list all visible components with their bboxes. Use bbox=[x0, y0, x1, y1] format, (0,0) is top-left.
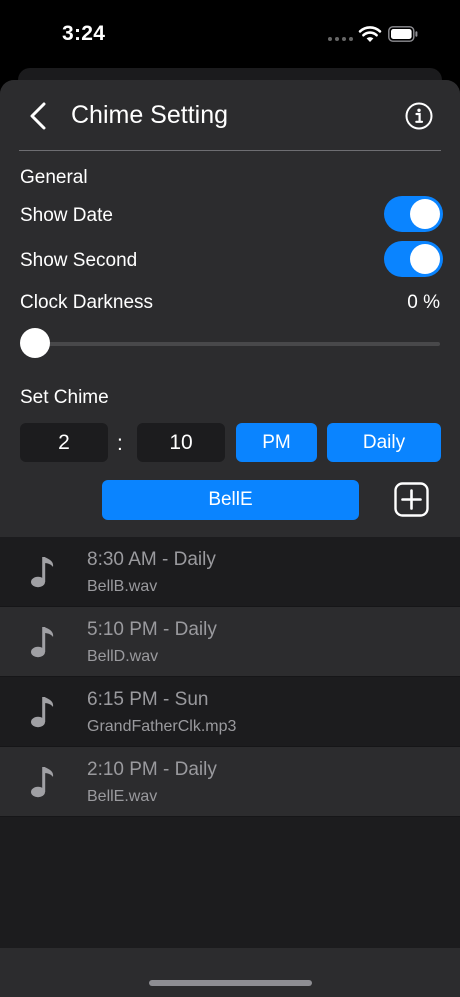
chime-time-label: 2:10 PM - Daily bbox=[87, 759, 217, 780]
battery-icon bbox=[388, 26, 418, 42]
clock-darkness-slider[interactable] bbox=[20, 328, 440, 358]
music-note-icon bbox=[31, 627, 54, 658]
general-section-label: General bbox=[20, 167, 88, 188]
clock-darkness-value: 0 % bbox=[407, 292, 440, 313]
chime-list-item[interactable]: 6:15 PM - Sun GrandFatherClk.mp3 bbox=[0, 677, 460, 747]
chime-file-label: GrandFatherClk.mp3 bbox=[87, 718, 237, 735]
chime-time-label: 6:15 PM - Sun bbox=[87, 689, 209, 710]
slider-knob[interactable] bbox=[20, 328, 50, 358]
header: Chime Setting bbox=[0, 80, 460, 150]
chime-file-label: BellB.wav bbox=[87, 578, 158, 595]
chime-list-item[interactable]: 2:10 PM - Daily BellE.wav bbox=[0, 747, 460, 817]
toggle-knob bbox=[410, 199, 440, 229]
show-second-label: Show Second bbox=[20, 250, 138, 271]
chime-list-item[interactable]: 5:10 PM - Daily BellD.wav bbox=[0, 607, 460, 677]
clock-darkness-label: Clock Darkness bbox=[20, 292, 154, 313]
page-title: Chime Setting bbox=[71, 101, 229, 129]
status-time: 3:24 bbox=[62, 22, 106, 45]
chime-list-item[interactable]: 8:30 AM - Daily BellB.wav bbox=[0, 537, 460, 607]
chime-time-label: 5:10 PM - Daily bbox=[87, 619, 217, 640]
set-chime-section-label: Set Chime bbox=[20, 387, 109, 408]
add-chime-icon[interactable] bbox=[394, 482, 429, 517]
hour-field[interactable]: 2 bbox=[20, 423, 108, 462]
chime-time-label: 8:30 AM - Daily bbox=[87, 549, 216, 570]
home-indicator[interactable] bbox=[149, 980, 312, 986]
status-bar: 3:24 bbox=[0, 0, 460, 70]
show-second-toggle[interactable] bbox=[384, 241, 443, 277]
chime-file-label: BellE.wav bbox=[87, 788, 158, 805]
time-separator: : bbox=[117, 432, 123, 455]
chime-setting-sheet: Chime Setting General Show Date Show Sec… bbox=[0, 80, 460, 997]
music-note-icon bbox=[31, 767, 54, 798]
chime-file-label: BellD.wav bbox=[87, 648, 159, 665]
slider-track bbox=[20, 342, 440, 346]
show-date-label: Show Date bbox=[20, 205, 113, 226]
settings-panel: Chime Setting General Show Date Show Sec… bbox=[0, 80, 460, 537]
show-date-toggle[interactable] bbox=[384, 196, 443, 232]
back-chevron-icon[interactable] bbox=[24, 100, 54, 132]
music-note-icon bbox=[31, 557, 54, 588]
cellular-signal-icon bbox=[328, 37, 353, 41]
repeat-button[interactable]: Daily bbox=[327, 423, 441, 462]
toggle-knob bbox=[410, 244, 440, 274]
minute-field[interactable]: 10 bbox=[137, 423, 225, 462]
header-divider bbox=[19, 150, 441, 151]
wifi-icon bbox=[358, 26, 382, 42]
am-pm-button[interactable]: PM bbox=[236, 423, 317, 462]
sound-select-button[interactable]: BellE bbox=[102, 480, 359, 520]
info-icon[interactable] bbox=[405, 102, 433, 130]
bottom-bar bbox=[0, 948, 460, 997]
chime-list: 8:30 AM - Daily BellB.wav 5:10 PM - Dail… bbox=[0, 537, 460, 817]
music-note-icon bbox=[31, 697, 54, 728]
